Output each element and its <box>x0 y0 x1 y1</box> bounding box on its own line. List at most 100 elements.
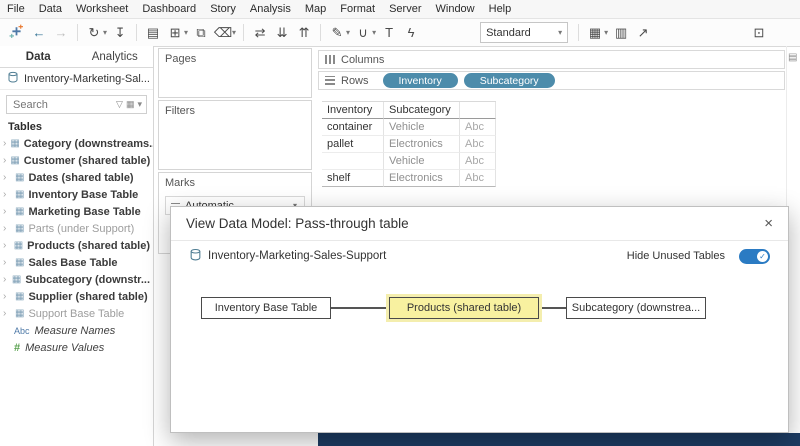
menu-dashboard[interactable]: Dashboard <box>135 3 203 15</box>
save-icon[interactable]: ↧ <box>109 25 131 41</box>
chevron-right-icon[interactable]: › <box>3 172 11 183</box>
table-item-parts[interactable]: ›▦Parts (under Support) <box>0 220 153 237</box>
hide-unused-tables-toggle[interactable]: ✓ <box>739 249 770 264</box>
node-subcategory[interactable]: Subcategory (downstrea... <box>566 297 706 319</box>
back-icon[interactable]: ← <box>28 25 50 40</box>
highlight-caret-icon[interactable]: ▾ <box>346 28 350 37</box>
viz-cell: Abc <box>460 136 496 153</box>
chevron-right-icon[interactable]: › <box>3 291 11 302</box>
table-item-subcategory[interactable]: ›▦Subcategory (downstr... <box>0 271 153 288</box>
group-caret-icon[interactable]: ▾ <box>372 28 376 37</box>
node-products-highlighted[interactable]: Products (shared table) <box>389 297 539 319</box>
table-item-marketing-base[interactable]: › ▦ Marketing Base Table <box>0 203 153 220</box>
table-icon: ▦ <box>14 240 23 251</box>
menu-data[interactable]: Data <box>32 3 69 15</box>
table-item-label: Marketing Base Table <box>28 206 140 218</box>
fit-dropdown[interactable]: Standard ▾ <box>480 22 568 43</box>
presentation-mode-icon[interactable]: ⊡ <box>748 25 770 41</box>
table-item-inventory-base[interactable]: ›▦Inventory Base Table <box>0 186 153 203</box>
menu-map[interactable]: Map <box>298 3 333 15</box>
duplicate-icon[interactable]: ⧉ <box>190 25 212 41</box>
tableau-logo-icon[interactable] <box>4 24 28 42</box>
view-caret-icon[interactable]: ▾ <box>137 99 142 110</box>
table-item-label: Support Base Table <box>28 308 124 320</box>
forward-icon[interactable]: → <box>50 25 72 40</box>
table-icon: ▦ <box>12 274 21 285</box>
chevron-right-icon[interactable]: › <box>3 189 11 200</box>
new-worksheet-icon[interactable]: ⊞ <box>164 25 186 41</box>
table-item-support-base[interactable]: ›▦Support Base Table <box>0 305 153 322</box>
search-input[interactable] <box>11 98 113 112</box>
pill-subcategory[interactable]: Subcategory <box>464 73 555 88</box>
chevron-right-icon[interactable]: › <box>3 308 11 319</box>
fix-axes-icon[interactable]: ϟ <box>400 25 422 40</box>
chevron-right-icon[interactable]: › <box>3 257 11 268</box>
clear-sheet-caret-icon[interactable]: ▾ <box>232 28 236 37</box>
collapsed-pane-icon[interactable]: ▤ <box>788 52 797 63</box>
chevron-right-icon[interactable]: › <box>3 206 11 217</box>
menu-format[interactable]: Format <box>333 3 382 15</box>
table-item-supplier[interactable]: ›▦Supplier (shared table) <box>0 288 153 305</box>
replay-icon[interactable]: ↻ <box>83 25 105 41</box>
share-icon[interactable]: ↗ <box>632 25 654 41</box>
table-icon: ▦ <box>15 291 24 302</box>
dialog-header: View Data Model: Pass-through table × <box>171 207 788 241</box>
menu-story[interactable]: Story <box>203 3 243 15</box>
swap-axes-icon[interactable]: ⇄ <box>249 25 271 41</box>
viz-cell: Vehicle <box>384 153 460 170</box>
table-item-label: Inventory Base Table <box>28 189 138 201</box>
show-mark-labels-icon[interactable]: T <box>378 25 400 40</box>
table-icon: ▦ <box>15 206 24 217</box>
tab-analytics[interactable]: Analytics <box>77 46 154 67</box>
field-measure-values[interactable]: #Measure Values <box>0 339 153 356</box>
chevron-right-icon[interactable]: › <box>3 138 6 149</box>
chevron-right-icon[interactable]: › <box>3 223 11 234</box>
table-item-sales-base[interactable]: ›▦Sales Base Table <box>0 254 153 271</box>
new-datasource-icon[interactable]: ▤ <box>142 25 164 41</box>
show-hide-cards-icon[interactable]: ▥ <box>610 25 632 41</box>
search-box: ▽ ▦ ▾ <box>6 95 147 114</box>
table-item-category[interactable]: ›▦Category (downstreams... <box>0 135 153 152</box>
pill-inventory[interactable]: Inventory <box>383 73 458 88</box>
highlight-icon[interactable]: ✎ <box>326 25 348 41</box>
close-icon[interactable]: × <box>764 215 773 232</box>
chevron-right-icon[interactable]: › <box>3 274 8 285</box>
datasource-item[interactable]: Inventory-Marketing-Sal... <box>0 68 153 90</box>
tab-data[interactable]: Data <box>0 46 77 67</box>
view-data-model-dialog: View Data Model: Pass-through table × In… <box>170 206 789 433</box>
chevron-right-icon[interactable]: › <box>3 240 10 251</box>
menu-server[interactable]: Server <box>382 3 428 15</box>
rows-shelf[interactable]: Rows Inventory Subcategory <box>318 71 785 90</box>
table-item-products[interactable]: ›▦Products (shared table) <box>0 237 153 254</box>
filter-funnel-icon[interactable]: ▽ <box>116 99 123 110</box>
columns-shelf[interactable]: Columns <box>318 50 785 69</box>
replay-caret-icon[interactable]: ▾ <box>103 28 107 37</box>
viz-table: Inventory Subcategory container Vehicle … <box>322 101 496 187</box>
relationship-line[interactable] <box>331 307 389 309</box>
viz-cell: Abc <box>460 119 496 136</box>
sort-descending-icon[interactable]: ⇈ <box>293 25 315 41</box>
pages-shelf[interactable]: Pages <box>158 48 312 98</box>
clear-sheet-icon[interactable]: ⌫ <box>212 25 234 41</box>
table-item-dates[interactable]: ›▦Dates (shared table) <box>0 169 153 186</box>
view-grid-icon[interactable]: ▦ <box>126 99 135 110</box>
viz-cell: Abc <box>460 170 496 187</box>
show-me-icon[interactable]: ▦ <box>584 25 606 41</box>
new-worksheet-caret-icon[interactable]: ▾ <box>184 28 188 37</box>
menu-analysis[interactable]: Analysis <box>243 3 298 15</box>
menu-file[interactable]: File <box>0 3 32 15</box>
menu-worksheet[interactable]: Worksheet <box>69 3 135 15</box>
show-me-caret-icon[interactable]: ▾ <box>604 28 608 37</box>
menu-help[interactable]: Help <box>482 3 519 15</box>
relationship-line[interactable] <box>539 307 566 309</box>
viz-cell: container <box>322 119 384 136</box>
group-members-icon[interactable]: ∪ <box>352 25 374 41</box>
field-measure-names[interactable]: AbcMeasure Names <box>0 322 153 339</box>
filters-shelf[interactable]: Filters <box>158 100 312 170</box>
menu-window[interactable]: Window <box>429 3 482 15</box>
chevron-right-icon[interactable]: › <box>3 155 6 166</box>
marks-card-label: Marks <box>159 173 311 193</box>
node-inventory-base-table[interactable]: Inventory Base Table <box>201 297 331 319</box>
table-item-customer[interactable]: ›▦Customer (shared table) <box>0 152 153 169</box>
sort-ascending-icon[interactable]: ⇊ <box>271 25 293 41</box>
